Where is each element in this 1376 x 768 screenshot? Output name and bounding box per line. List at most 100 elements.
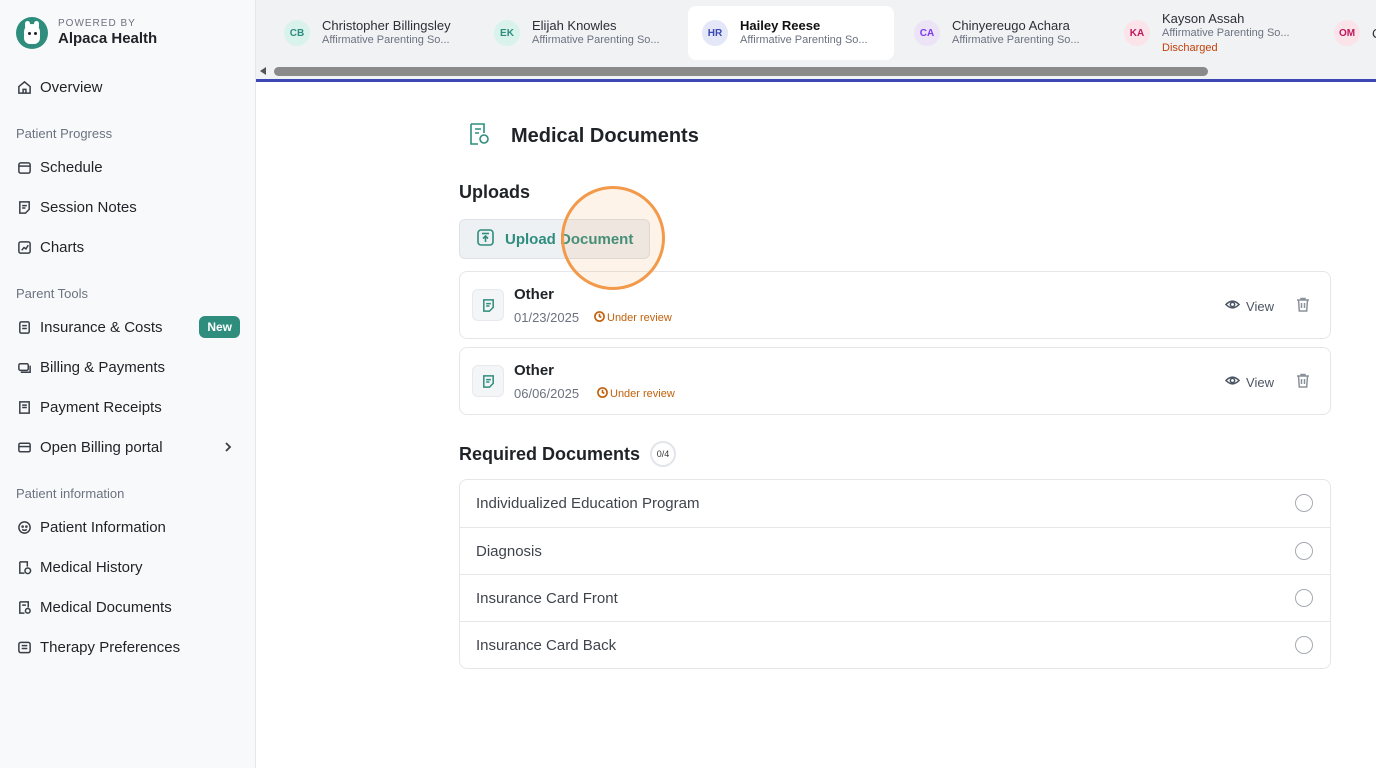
status-text: Under review bbox=[607, 312, 672, 324]
tab-org: Affirmative Parenting So... bbox=[1162, 26, 1290, 39]
alpaca-logo-icon bbox=[16, 17, 48, 49]
sidebar-item-label: Charts bbox=[40, 238, 85, 256]
delete-button[interactable] bbox=[1296, 297, 1310, 317]
section-patient-information: Patient information bbox=[16, 486, 125, 501]
view-label: View bbox=[1246, 374, 1274, 390]
avatar: KA bbox=[1124, 20, 1150, 46]
app: POWERED BY Alpaca Health Overview Patien… bbox=[0, 0, 1376, 768]
tab-org: Affirmative Parenting So... bbox=[952, 34, 1080, 46]
brand-name: Alpaca Health bbox=[58, 30, 158, 47]
sidebar-item-label: Billing & Payments bbox=[40, 358, 166, 376]
document-icon bbox=[472, 365, 504, 397]
upload-document-button[interactable]: Upload Document bbox=[459, 219, 650, 259]
history-icon bbox=[16, 559, 32, 575]
calendar-icon bbox=[16, 159, 32, 175]
required-document-label: Individualized Education Program bbox=[476, 495, 700, 512]
tab-christopher-billingsley[interactable]: CB Christopher Billingsley Affirmative P… bbox=[270, 6, 476, 60]
sidebar-item-therapy-preferences[interactable]: Therapy Preferences bbox=[16, 631, 240, 663]
sidebar-item-label: Insurance & Costs bbox=[40, 318, 163, 336]
view-button[interactable]: View bbox=[1224, 373, 1274, 391]
document-name: Other bbox=[514, 286, 555, 303]
sidebar-item-label: Overview bbox=[40, 78, 103, 96]
new-badge: New bbox=[199, 316, 240, 338]
sidebar-item-label: Schedule bbox=[40, 158, 103, 176]
scroll-thumb[interactable] bbox=[274, 67, 1208, 76]
avatar: OM bbox=[1334, 20, 1360, 46]
sidebar-item-patient-information[interactable]: Patient Information bbox=[16, 511, 240, 543]
trash-icon bbox=[1296, 373, 1310, 392]
uploads-heading: Uploads bbox=[459, 182, 531, 202]
section-parent-tools: Parent Tools bbox=[16, 286, 89, 301]
list-item[interactable]: Insurance Card Front bbox=[460, 574, 1330, 621]
sidebar-item-insurance-costs[interactable]: Insurance & Costs New bbox=[16, 311, 240, 343]
sidebar-item-schedule[interactable]: Schedule bbox=[16, 151, 240, 183]
clock-icon bbox=[597, 387, 608, 401]
powered-by-label: POWERED BY bbox=[58, 18, 136, 29]
card-icon bbox=[16, 439, 32, 455]
notes-icon bbox=[16, 199, 32, 215]
sidebar-item-open-billing-portal[interactable]: Open Billing portal bbox=[16, 431, 240, 463]
sidebar: POWERED BY Alpaca Health Overview Patien… bbox=[0, 0, 256, 768]
delete-button[interactable] bbox=[1296, 373, 1310, 393]
tab-patient-name: Chinyereugo Achara bbox=[952, 18, 1070, 33]
avatar: HR bbox=[702, 20, 728, 46]
required-documents-header: Required Documents 0/4 bbox=[459, 441, 677, 467]
status-circle-icon[interactable] bbox=[1295, 589, 1313, 607]
status-circle-icon[interactable] bbox=[1295, 636, 1313, 654]
sidebar-item-session-notes[interactable]: Session Notes bbox=[16, 191, 240, 223]
eye-icon bbox=[1224, 373, 1241, 391]
required-document-label: Diagnosis bbox=[476, 542, 542, 560]
tab-chinyereugo-achara[interactable]: CA Chinyereugo Achara Affirmative Parent… bbox=[900, 6, 1106, 60]
document-icon bbox=[472, 289, 504, 321]
document-card: Other 01/23/2025 Under review View bbox=[459, 271, 1331, 339]
list-item[interactable]: Individualized Education Program bbox=[460, 480, 1330, 527]
tabs-scrollbar[interactable] bbox=[256, 64, 1376, 79]
eye-icon bbox=[1224, 297, 1241, 315]
sidebar-item-medical-history[interactable]: Medical History bbox=[16, 551, 240, 583]
preferences-icon bbox=[16, 639, 32, 655]
required-documents-list: Individualized Education Program Diagnos… bbox=[459, 479, 1331, 669]
sidebar-item-payment-receipts[interactable]: Payment Receipts bbox=[16, 391, 240, 423]
list-item[interactable]: Diagnosis bbox=[460, 527, 1330, 574]
tab-patient-name: Kayson Assah bbox=[1162, 10, 1245, 26]
avatar: CA bbox=[914, 20, 940, 46]
required-document-label: Insurance Card Front bbox=[476, 589, 618, 607]
sidebar-item-medical-documents[interactable]: Medical Documents bbox=[16, 591, 240, 623]
tab-kayson-assah[interactable]: KA Kayson Assah Affirmative Parenting So… bbox=[1110, 6, 1316, 60]
tab-patient-name: Christopher Billingsley bbox=[322, 18, 451, 33]
sidebar-item-overview[interactable]: Overview bbox=[16, 71, 240, 103]
section-patient-progress: Patient Progress bbox=[16, 126, 113, 141]
tab-elijah-knowles[interactable]: EK Elijah Knowles Affirmative Parenting … bbox=[480, 6, 686, 60]
sidebar-item-label: Medical History bbox=[40, 558, 143, 576]
tab-patient-name: C bbox=[1372, 26, 1376, 41]
view-button[interactable]: View bbox=[1224, 297, 1274, 315]
sidebar-item-billing-payments[interactable]: Billing & Payments bbox=[16, 351, 240, 383]
document-date: 06/06/2025 bbox=[514, 386, 580, 401]
sidebar-item-label: Patient Information bbox=[40, 518, 166, 536]
sidebar-item-label: Medical Documents bbox=[40, 598, 172, 616]
sidebar-item-label: Therapy Preferences bbox=[40, 638, 181, 656]
documents-icon bbox=[16, 599, 32, 615]
home-icon bbox=[16, 79, 32, 95]
required-count-badge: 0/4 bbox=[650, 441, 677, 467]
scroll-left-arrow-icon[interactable] bbox=[260, 67, 266, 75]
sidebar-item-charts[interactable]: Charts bbox=[16, 231, 240, 263]
upload-document-label: Upload Document bbox=[505, 230, 634, 248]
patient-icon bbox=[16, 519, 32, 535]
document-status: Under review bbox=[597, 387, 675, 401]
clock-icon bbox=[594, 311, 605, 325]
list-item[interactable]: Insurance Card Back bbox=[460, 621, 1330, 668]
required-document-label: Insurance Card Back bbox=[476, 636, 617, 654]
status-circle-icon[interactable] bbox=[1295, 494, 1313, 512]
tab-org: Affirmative Parenting So... bbox=[740, 34, 868, 46]
discharged-status: Discharged bbox=[1162, 41, 1218, 54]
tab-partial[interactable]: OM C bbox=[1320, 6, 1376, 60]
brand[interactable]: POWERED BY Alpaca Health bbox=[16, 17, 157, 49]
document-status: Under review bbox=[594, 311, 672, 325]
sidebar-item-label: Open Billing portal bbox=[40, 438, 163, 456]
required-documents-heading: Required Documents bbox=[459, 443, 641, 464]
insurance-icon bbox=[16, 319, 32, 335]
tab-hailey-reese[interactable]: HR Hailey Reese Affirmative Parenting So… bbox=[688, 6, 894, 60]
avatar: EK bbox=[494, 20, 520, 46]
status-circle-icon[interactable] bbox=[1295, 542, 1313, 560]
